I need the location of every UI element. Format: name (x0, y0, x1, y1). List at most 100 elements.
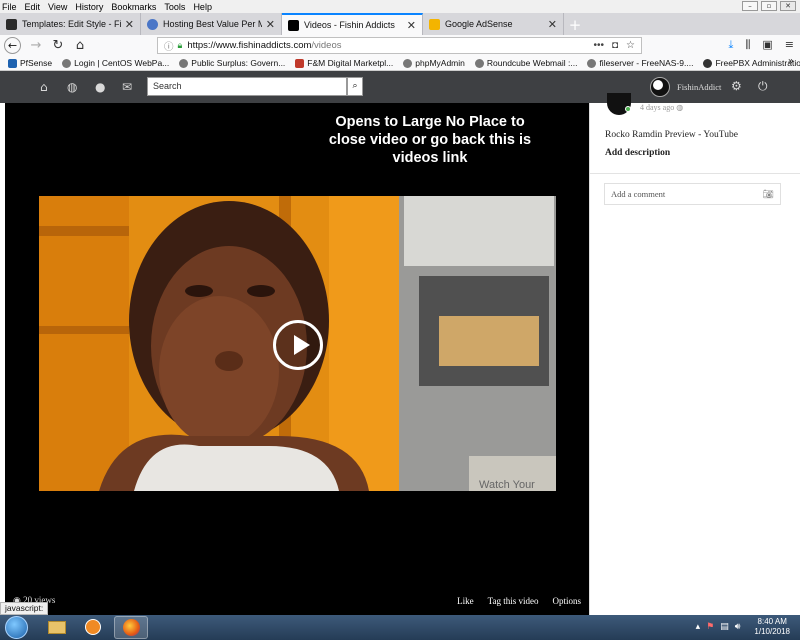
url-host: https://www.fishinaddicts.com (187, 40, 312, 51)
menu-help[interactable]: Help (193, 2, 212, 12)
like-button[interactable]: Like (457, 596, 474, 606)
clock[interactable]: 8:40 AM 1/10/2018 (754, 617, 790, 637)
video-details-panel: 4 days ago ◍ Rocko Ramdin Preview - YouT… (589, 93, 800, 615)
close-tab-icon[interactable]: ✕ (407, 19, 416, 32)
annotation-note: Opens to Large No Place to close video o… (328, 114, 532, 166)
gear-icon[interactable]: ⚙ (731, 79, 742, 93)
bookmark-star-icon[interactable]: ☆ (626, 40, 635, 51)
tag-video-button[interactable]: Tag this video (488, 596, 539, 606)
network-icon[interactable]: ▤ (720, 622, 729, 632)
menu-bar: File Edit View History Bookmarks Tools H… (0, 0, 800, 13)
site-header: ⌂ ◍ ● ✉ Search ⌕ FishinAddict ⚙ ⏻ (0, 71, 800, 103)
bookmark-item[interactable]: Public Surplus: Govern... (179, 58, 285, 68)
bookmark-item[interactable]: Login | CentOS WebPa... (62, 58, 169, 68)
tab-title: Hosting Best Value Per Money | (163, 19, 262, 29)
video-actions: Like Tag this video Options (457, 596, 581, 606)
menu-edit[interactable]: Edit (25, 2, 41, 12)
options-button[interactable]: Options (552, 596, 581, 606)
toolbar-right: ⤓ ⫼ ▣ ≡ (728, 38, 794, 52)
bookmark-item[interactable]: FreePBX Administration (703, 58, 800, 68)
favicon-icon (6, 18, 17, 30)
truck-text: Watch Your (479, 479, 535, 491)
tab-videos[interactable]: Videos - Fishin Addicts ✕ (282, 13, 423, 35)
menu-bookmarks[interactable]: Bookmarks (111, 2, 156, 12)
sidebar-icon[interactable]: ▣ (762, 38, 772, 52)
add-description-link[interactable]: Add description (605, 148, 670, 158)
tray-expand-icon[interactable]: ▴ (696, 622, 701, 632)
new-tab-icon[interactable]: + (564, 15, 586, 35)
bookmark-item[interactable]: fileserver - FreeNAS-9.... (587, 58, 693, 68)
bookmarks-overflow-icon[interactable]: » (788, 56, 794, 67)
online-status-icon (625, 106, 631, 112)
menu-tools[interactable]: Tools (164, 2, 185, 12)
clock-time: 8:40 AM (757, 617, 787, 626)
file-explorer-icon[interactable] (40, 616, 74, 639)
avatar[interactable] (650, 77, 670, 97)
power-icon[interactable]: ⏻ (758, 79, 768, 94)
fm-logo-icon (295, 58, 305, 68)
bookmark-item[interactable]: F&M Digital Marketpl... (295, 58, 393, 68)
status-bar: javascript: (0, 602, 49, 615)
globe-icon (62, 58, 72, 68)
reload-icon[interactable]: ↻ (47, 38, 69, 53)
freepbx-icon (703, 58, 713, 68)
username-link[interactable]: FishinAddict (677, 82, 721, 92)
restore-icon[interactable]: ▫ (761, 1, 777, 11)
minimize-icon[interactable]: – (742, 1, 758, 11)
globe-icon[interactable]: ◍ (67, 80, 77, 94)
tab-strip: Templates: Edit Style - Fishin A ✕ Hosti… (0, 13, 800, 35)
firefox-icon[interactable] (114, 616, 148, 639)
start-button[interactable] (5, 616, 28, 639)
mail-icon[interactable]: ✉ (122, 80, 132, 94)
globe-icon (587, 58, 597, 68)
network-alert-icon[interactable]: ⚑ (706, 622, 714, 632)
close-tab-icon[interactable]: ✕ (125, 18, 134, 31)
search-icon[interactable]: ⌕ (347, 77, 363, 96)
volume-icon[interactable]: 🔊︎ (735, 622, 741, 632)
globe-icon (179, 58, 189, 68)
globe-icon (403, 58, 413, 68)
media-player-icon[interactable] (76, 616, 110, 639)
tab-hosting[interactable]: Hosting Best Value Per Money | ✕ (141, 13, 282, 35)
comment-input[interactable]: Add a comment 📷︎ (604, 183, 781, 205)
bookmark-item[interactable]: PfSense (8, 58, 52, 68)
bookmark-icon (8, 58, 17, 68)
menu-history[interactable]: History (75, 2, 103, 12)
search-input[interactable]: Search (147, 77, 347, 96)
bookmark-item[interactable]: phpMyAdmin (403, 58, 465, 68)
pocket-icon[interactable]: ◘ (612, 40, 618, 51)
close-tab-icon[interactable]: ✕ (266, 18, 275, 31)
close-window-icon[interactable]: ✕ (780, 1, 796, 11)
tab-adsense[interactable]: Google AdSense ✕ (423, 13, 564, 35)
menu-view[interactable]: View (48, 2, 67, 12)
divider (590, 173, 800, 174)
info-icon[interactable]: ⓘ (164, 39, 174, 53)
bookmark-item[interactable]: Roundcube Webmail :... (474, 58, 577, 68)
tab-templates[interactable]: Templates: Edit Style - Fishin A ✕ (0, 13, 141, 35)
forward-icon[interactable]: → (25, 38, 47, 53)
window-controls: – ▫ ✕ (742, 1, 796, 11)
download-icon[interactable]: ⤓ (728, 38, 733, 52)
globe-icon: ◍ (676, 103, 684, 112)
url-bar[interactable]: ⓘ 🔒︎ https://www.fishinaddicts.com/video… (157, 37, 642, 54)
video-player[interactable]: Opens to Large No Place to close video o… (5, 103, 589, 615)
page-actions-icon[interactable]: ••• (593, 40, 604, 51)
home-icon[interactable]: ⌂ (69, 38, 91, 53)
tab-title: Google AdSense (445, 19, 513, 29)
video-title: Rocko Ramdin Preview - YouTube (605, 130, 738, 140)
camera-icon[interactable]: 📷︎ (763, 189, 774, 200)
system-tray: ▴ ⚑ ▤ 🔊︎ 8:40 AM 1/10/2018 (696, 617, 790, 637)
clock-date: 1/10/2018 (754, 627, 790, 636)
bookmarks-bar: PfSense Login | CentOS WebPa... Public S… (0, 56, 800, 71)
back-icon[interactable]: ← (4, 37, 21, 54)
user-icon[interactable]: ● (95, 80, 105, 94)
close-tab-icon[interactable]: ✕ (548, 18, 557, 31)
play-icon[interactable] (273, 320, 323, 370)
home-icon[interactable]: ⌂ (40, 80, 48, 94)
url-actions: ••• ◘ ☆ (593, 40, 641, 51)
hamburger-menu-icon[interactable]: ≡ (785, 38, 794, 52)
taskbar: ▴ ⚑ ▤ 🔊︎ 8:40 AM 1/10/2018 (0, 615, 800, 640)
library-icon[interactable]: ⫼ (745, 38, 750, 52)
timestamp: 4 days ago ◍ (640, 103, 684, 112)
menu-file[interactable]: File (2, 2, 17, 12)
